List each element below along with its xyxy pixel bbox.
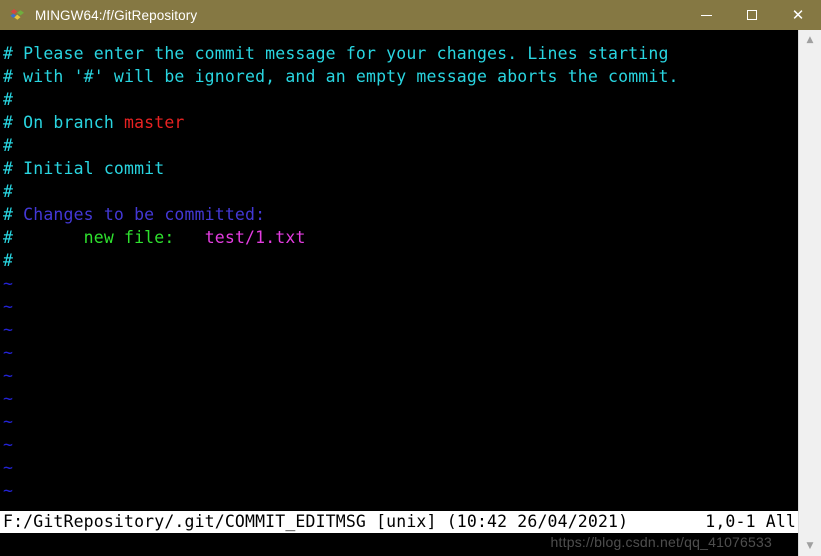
minimize-icon xyxy=(700,14,712,16)
minimize-button[interactable] xyxy=(683,0,729,30)
close-button[interactable]: ✕ xyxy=(775,0,821,30)
title-bar[interactable]: MINGW64:/f/GitRepository ✕ xyxy=(0,0,821,30)
editor-text-segment: # On branch xyxy=(3,113,125,132)
editor-text-segment: # with '#' will be ignored, and an empty… xyxy=(3,67,679,86)
editor-text-segment: # xyxy=(3,182,14,201)
editor-line: # On branch master xyxy=(3,111,798,134)
editor-line: ~ xyxy=(3,410,798,433)
vim-status-line: F:/GitRepository/.git/COMMIT_EDITMSG [un… xyxy=(0,511,798,533)
editor-line: ~ xyxy=(3,341,798,364)
editor-text-segment: ~ xyxy=(3,435,14,454)
editor-line: # xyxy=(3,249,798,272)
editor-text-segment: ~ xyxy=(3,389,14,408)
git-bash-logo-icon xyxy=(9,6,27,24)
scrollbar-track[interactable] xyxy=(799,50,821,536)
editor-text-segment: ~ xyxy=(3,343,14,362)
mingw64-terminal-window: MINGW64:/f/GitRepository ✕ # Please ente… xyxy=(0,0,821,556)
editor-text-segment: Changes to be committed: xyxy=(23,205,266,224)
editor-line: # xyxy=(3,180,798,203)
editor-text-segment: # xyxy=(3,90,14,109)
editor-line: ~ xyxy=(3,272,798,295)
editor-line: # new file: test/1.txt xyxy=(3,226,798,249)
scroll-down-arrow-icon[interactable]: ▼ xyxy=(799,536,821,556)
editor-line: ~ xyxy=(3,433,798,456)
vertical-scrollbar[interactable]: ▲ ▼ xyxy=(798,30,821,556)
editor-text-segment: test/1.txt xyxy=(204,228,306,247)
editor-line: # with '#' will be ignored, and an empty… xyxy=(3,65,798,88)
vim-command-line[interactable]: "F:/GitRepository/.git/COMMIT_EDITMSG" [… xyxy=(0,533,798,556)
editor-text-segment: # xyxy=(3,205,24,224)
editor-text-segment: ~ xyxy=(3,274,14,293)
editor-line: ~ xyxy=(3,318,798,341)
editor-text-segment: ~ xyxy=(3,481,14,500)
vim-buffer[interactable]: # Please enter the commit message for yo… xyxy=(0,30,798,511)
editor-line: ~ xyxy=(3,364,798,387)
editor-text-segment: # xyxy=(3,251,14,270)
editor-text-segment: # xyxy=(3,136,14,155)
editor-text-segment: ~ xyxy=(3,320,14,339)
vim-terminal[interactable]: # Please enter the commit message for yo… xyxy=(0,30,798,556)
editor-line: ~ xyxy=(3,387,798,410)
maximize-icon xyxy=(747,10,757,20)
scroll-up-arrow-icon[interactable]: ▲ xyxy=(799,30,821,50)
editor-text-segment: new file: xyxy=(83,228,205,247)
editor-line: # Changes to be committed: xyxy=(3,203,798,226)
status-file-info: F:/GitRepository/.git/COMMIT_EDITMSG [un… xyxy=(3,512,629,531)
status-cursor-position: 1,0-1 All xyxy=(705,512,796,531)
editor-text-segment: # Initial commit xyxy=(3,159,165,178)
editor-text-segment: ~ xyxy=(3,458,14,477)
window-controls: ✕ xyxy=(683,0,821,30)
editor-line: ~ xyxy=(3,479,798,502)
editor-line: ~ xyxy=(3,456,798,479)
editor-text-segment: ~ xyxy=(3,297,14,316)
editor-text-segment: # xyxy=(3,228,84,247)
close-icon: ✕ xyxy=(791,6,805,24)
editor-line: # xyxy=(3,88,798,111)
editor-text-segment: master xyxy=(124,113,185,132)
editor-line: # Initial commit xyxy=(3,157,798,180)
editor-text-segment: ~ xyxy=(3,504,13,511)
editor-line: ~ xyxy=(3,502,798,511)
editor-text-segment: # Please enter the commit message for yo… xyxy=(3,44,669,63)
editor-text-segment: ~ xyxy=(3,412,14,431)
maximize-button[interactable] xyxy=(729,0,775,30)
window-title: MINGW64:/f/GitRepository xyxy=(35,7,198,23)
editor-line: ~ xyxy=(3,295,798,318)
editor-line: # xyxy=(3,134,798,157)
editor-line: # Please enter the commit message for yo… xyxy=(3,42,798,65)
terminal-body: # Please enter the commit message for yo… xyxy=(0,30,821,556)
editor-text-segment: ~ xyxy=(3,366,14,385)
watermark-text: https://blog.csdn.net/qq_41076533 xyxy=(550,534,772,550)
